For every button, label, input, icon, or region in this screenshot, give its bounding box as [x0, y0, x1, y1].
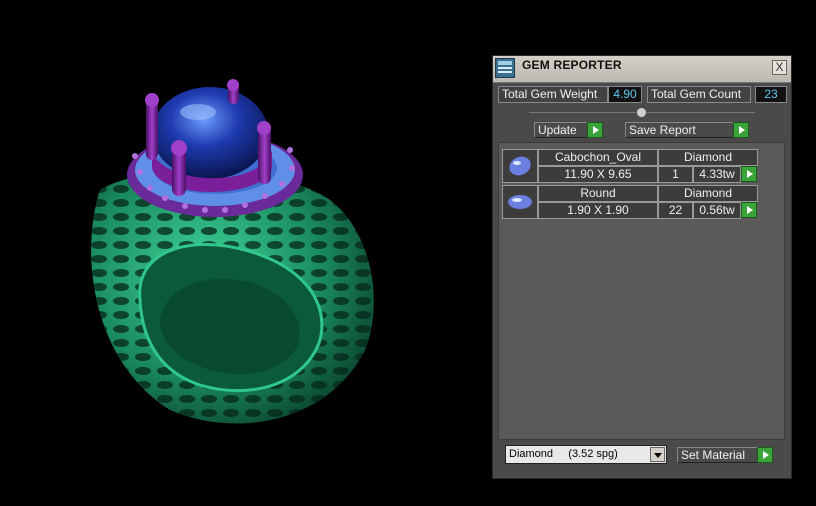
gem-row[interactable]: Round Diamond 1.90 X 1.90 22 0.56tw	[502, 185, 782, 219]
close-button[interactable]: X	[772, 60, 787, 75]
gem-row[interactable]: Cabochon_Oval Diamond 11.90 X 9.65 1 4.3…	[502, 149, 782, 183]
chevron-down-icon[interactable]	[650, 447, 665, 462]
gem-list: Cabochon_Oval Diamond 11.90 X 9.65 1 4.3…	[498, 142, 785, 440]
total-gem-count-label: Total Gem Count	[647, 86, 751, 103]
gem-cut: Cabochon_Oval	[538, 149, 658, 166]
panel-title: GEM REPORTER	[522, 58, 622, 72]
save-report-go-button[interactable]	[733, 122, 749, 138]
ring-model	[91, 79, 374, 424]
gem-weight: 0.56tw	[693, 202, 741, 219]
set-material-button[interactable]: Set Material	[677, 447, 759, 463]
material-select-value: Diamond (3.52 spg)	[509, 448, 618, 460]
gem-material: Diamond	[658, 185, 758, 202]
title-bar[interactable]: GEM REPORTER X	[493, 56, 791, 83]
total-gem-weight-value: 4.90	[608, 86, 642, 103]
total-gem-weight-label: Total Gem Weight	[498, 86, 608, 103]
update-go-button[interactable]	[587, 122, 603, 138]
gem-cut: Round	[538, 185, 658, 202]
gem-size: 11.90 X 9.65	[538, 166, 658, 183]
oval-gem-icon	[502, 149, 538, 183]
gem-size: 1.90 X 1.90	[538, 202, 658, 219]
gem-reporter-icon	[495, 58, 515, 78]
gem-go-button[interactable]	[741, 202, 757, 218]
update-button[interactable]: Update	[534, 122, 588, 138]
collapse-handle[interactable]	[636, 107, 647, 118]
material-select[interactable]: Diamond (3.52 spg)	[505, 445, 667, 464]
gem-material: Diamond	[658, 149, 758, 166]
gem-go-button[interactable]	[741, 166, 757, 182]
total-gem-count-value: 23	[755, 86, 787, 103]
set-material-go-button[interactable]	[757, 447, 773, 463]
save-report-button[interactable]: Save Report	[625, 122, 735, 138]
center-stone	[152, 87, 268, 179]
gem-count: 1	[658, 166, 693, 183]
gem-weight: 4.33tw	[693, 166, 741, 183]
round-gem-icon	[502, 185, 538, 219]
gem-reporter-panel: GEM REPORTER X Total Gem Weight 4.90 Tot…	[492, 55, 792, 479]
gem-count: 22	[658, 202, 693, 219]
